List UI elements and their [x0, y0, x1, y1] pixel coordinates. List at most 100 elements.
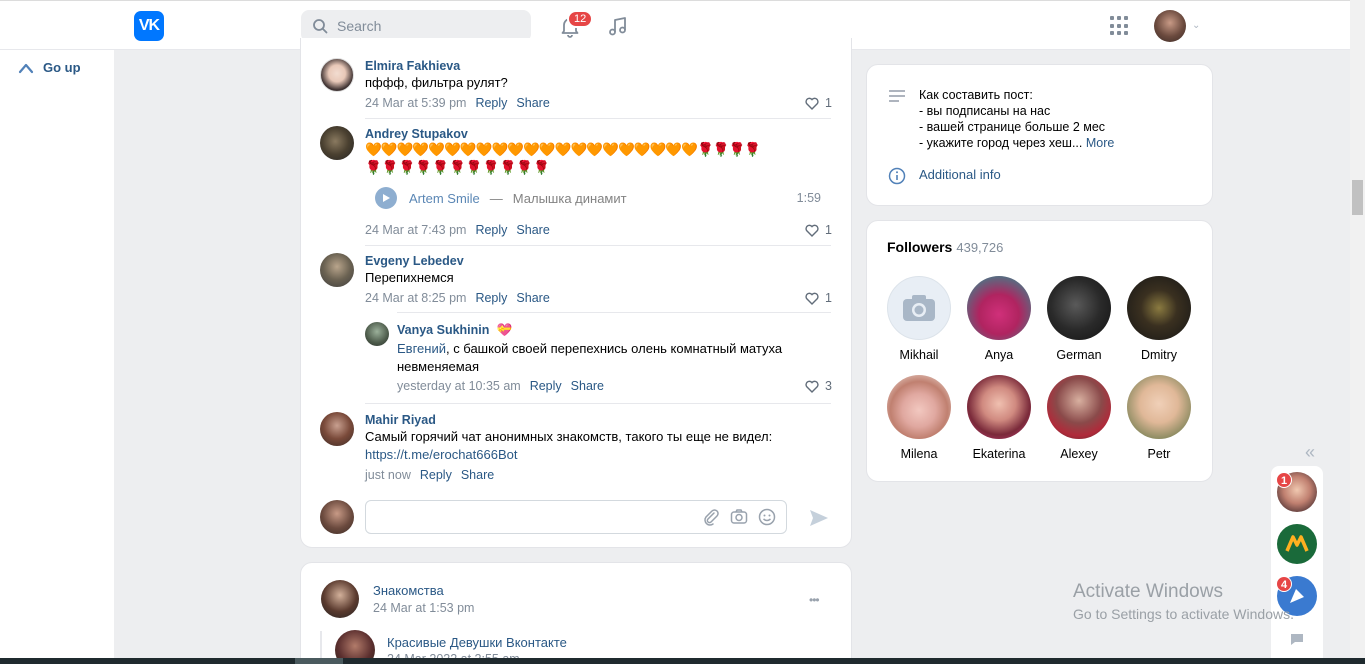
avatar[interactable]: [320, 58, 354, 92]
comment-text: пффф, фильтра рулят?: [365, 75, 508, 90]
follower-avatar: [1047, 375, 1111, 439]
audio-attachment[interactable]: Artem Smile — Малышка динамит 1:59: [375, 187, 821, 209]
follower-item[interactable]: Mikhail: [879, 276, 959, 362]
like-button[interactable]: 3: [805, 379, 832, 393]
comment-time[interactable]: 24 Mar at 5:39 pm: [365, 96, 466, 110]
avatar[interactable]: [320, 412, 354, 446]
reply-button[interactable]: Reply: [420, 468, 452, 482]
comment-text-body: Самый горячий чат анонимных знакомств, т…: [365, 429, 773, 444]
followers-title[interactable]: Followers 439,726: [887, 239, 1003, 255]
go-up-button[interactable]: Go up: [18, 60, 81, 75]
comment-author[interactable]: Elmira Fakhieva: [365, 59, 460, 73]
profile-avatar[interactable]: [1154, 10, 1186, 42]
follower-name: German: [1056, 348, 1102, 362]
followers-count: 439,726: [956, 240, 1004, 255]
share-button[interactable]: Share: [516, 223, 549, 237]
comment-time[interactable]: 24 Mar at 8:25 pm: [365, 291, 466, 305]
page-scrollbar[interactable]: [1350, 0, 1365, 664]
audio-artist[interactable]: Artem Smile: [409, 191, 480, 206]
comment-time[interactable]: yesterday at 10:35 am: [397, 379, 521, 393]
follower-name: Ekaterina: [972, 447, 1026, 461]
reply-button[interactable]: Reply: [475, 96, 507, 110]
follower-avatar: [1127, 276, 1191, 340]
follower-item[interactable]: Dmitry: [1119, 276, 1199, 362]
more-icon[interactable]: •••: [809, 593, 820, 607]
divider: [397, 312, 831, 313]
like-button[interactable]: 1: [805, 291, 832, 305]
follower-avatar: [887, 375, 951, 439]
search-placeholder: Search: [337, 18, 382, 34]
post-author[interactable]: Знакомства: [373, 583, 444, 598]
avatar[interactable]: [320, 253, 354, 287]
follower-item[interactable]: German: [1039, 276, 1119, 362]
share-button[interactable]: Share: [516, 96, 549, 110]
follower-avatar: [1047, 276, 1111, 340]
audio-duration: 1:59: [796, 191, 821, 205]
chat-bubble-icon[interactable]: [1289, 632, 1305, 646]
reply-button[interactable]: Reply: [475, 291, 507, 305]
collapse-chats-icon[interactable]: «: [1305, 442, 1315, 463]
followers-card: Followers 439,726 Mikhail Anya German Dmi…: [866, 220, 1213, 482]
follower-item[interactable]: Ekaterina: [959, 375, 1039, 461]
additional-info-link[interactable]: Additional info: [919, 167, 1001, 182]
follower-name: Milena: [900, 447, 938, 461]
share-button[interactable]: Share: [571, 379, 604, 393]
avatar[interactable]: [320, 126, 354, 160]
camera-icon[interactable]: [730, 508, 748, 526]
reply-button[interactable]: Reply: [530, 379, 562, 393]
like-count: 1: [825, 291, 832, 305]
composer-tools: [702, 508, 776, 526]
share-button[interactable]: Share: [516, 291, 549, 305]
follower-item[interactable]: Alexey: [1039, 375, 1119, 461]
search-icon: [313, 19, 328, 34]
like-button[interactable]: 1: [805, 96, 832, 110]
music-icon[interactable]: [606, 14, 630, 38]
comment-author[interactable]: Mahir Riyad: [365, 413, 436, 427]
taskbar: [0, 658, 1365, 664]
description-line-4: - укажите город через хеш...: [919, 136, 1083, 150]
send-icon[interactable]: [808, 508, 830, 528]
more-link[interactable]: More: [1086, 136, 1114, 150]
avatar[interactable]: [365, 322, 389, 346]
comment-meta: just now Reply Share: [365, 468, 494, 482]
scrollbar-thumb[interactable]: [1352, 180, 1363, 215]
divider: [365, 245, 831, 246]
notifications-badge: 12: [567, 10, 594, 28]
follower-name: Dmitry: [1140, 348, 1178, 362]
chevron-up-icon: [18, 63, 34, 73]
comment-author[interactable]: Evgeny Lebedev: [365, 254, 464, 268]
comment-author[interactable]: Andrey Stupakov: [365, 127, 468, 141]
like-button[interactable]: 1: [805, 223, 832, 237]
comment-text: Евгений, с башкой своей перепехнись олен…: [397, 340, 817, 376]
apps-grid-icon[interactable]: [1110, 16, 1130, 36]
paperclip-icon[interactable]: [702, 508, 720, 526]
camera-placeholder-icon: [887, 276, 951, 340]
share-button[interactable]: Share: [461, 468, 494, 482]
avatar: [320, 500, 354, 534]
comment-time[interactable]: just now: [365, 468, 411, 482]
comment-author[interactable]: Vanya Sukhinin: [397, 323, 489, 337]
comment-meta: 24 Mar at 7:43 pm Reply Share: [365, 223, 550, 237]
vk-logo[interactable]: VK: [134, 11, 164, 41]
chevron-down-icon[interactable]: ⌄: [1192, 20, 1200, 31]
comment-input[interactable]: [365, 500, 787, 534]
reply-button[interactable]: Reply: [475, 223, 507, 237]
comment-link[interactable]: https://t.me/erochat666Bot: [365, 447, 517, 462]
go-up-label: Go up: [43, 60, 81, 75]
smile-icon[interactable]: [758, 508, 776, 526]
community-info-card: Как составить пост: - вы подписаны на на…: [866, 64, 1213, 206]
repost-author[interactable]: Красивые Девушки Вконтакте: [387, 635, 567, 650]
avatar[interactable]: [321, 580, 359, 618]
like-count: 1: [825, 223, 832, 237]
chat-avatar[interactable]: [1277, 524, 1317, 564]
description-icon: [889, 90, 905, 102]
comment-time[interactable]: 24 Mar at 7:43 pm: [365, 223, 466, 237]
taskbar-active-item[interactable]: [295, 658, 343, 664]
mention-link[interactable]: Евгений: [397, 341, 446, 356]
follower-item[interactable]: Anya: [959, 276, 1039, 362]
follower-item[interactable]: Petr: [1119, 375, 1199, 461]
description-line-1: Как составить пост:: [919, 88, 1033, 102]
play-icon[interactable]: [375, 187, 397, 209]
post-time[interactable]: 24 Mar at 1:53 pm: [373, 601, 474, 615]
follower-item[interactable]: Milena: [879, 375, 959, 461]
